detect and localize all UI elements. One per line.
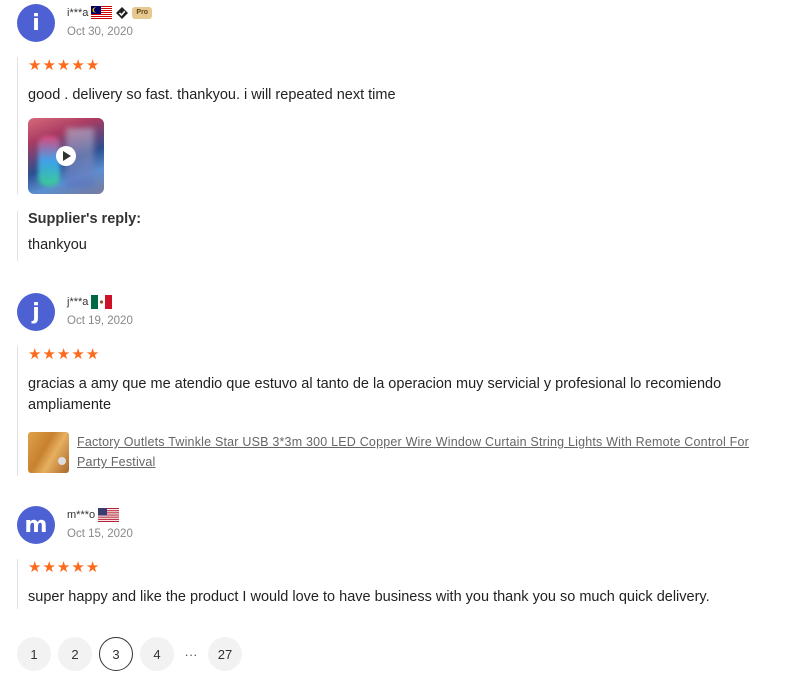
product-link[interactable]: Factory Outlets Twinkle Star USB 3*3m 30… (77, 432, 757, 472)
star-icon: ★ (28, 346, 42, 363)
star-icon: ★ (28, 57, 42, 74)
rating-stars: ★ ★ ★ ★ ★ (28, 347, 788, 363)
page-button-last[interactable]: 27 (208, 637, 242, 671)
review-date: Oct 30, 2020 (67, 26, 133, 38)
star-icon: ★ (42, 57, 56, 74)
verified-diamond-icon (116, 7, 129, 19)
supplier-reply-text: thankyou (28, 237, 87, 253)
supplier-reply-title: Supplier's reply: (28, 211, 142, 227)
review-text: gracias a amy que me atendio que estuvo … (28, 376, 722, 413)
page-button-1[interactable]: 1 (17, 637, 51, 671)
malaysia-flag-icon (91, 6, 113, 20)
usa-flag-icon (98, 508, 120, 522)
supplier-reply: Supplier's reply: thankyou (17, 211, 788, 261)
avatar[interactable]: m (17, 506, 55, 544)
product-thumbnail[interactable] (28, 432, 69, 473)
username: m***o (67, 509, 96, 521)
review-date: Oct 15, 2020 (67, 528, 133, 540)
star-icon: ★ (85, 346, 100, 363)
star-icon: ★ (42, 559, 56, 576)
star-icon: ★ (71, 346, 85, 363)
star-icon: ★ (71, 559, 85, 576)
review-text: good . delivery so fast. thankyou. i wil… (28, 87, 396, 103)
play-icon[interactable] (56, 146, 76, 166)
pagination-ellipsis: ··· (184, 646, 198, 662)
star-icon: ★ (85, 57, 100, 74)
avatar[interactable]: j (17, 293, 55, 331)
rating-stars: ★ ★ ★ ★ ★ (28, 58, 788, 74)
star-icon: ★ (28, 559, 42, 576)
pagination: 1 2 3 4 ··· 27 (17, 637, 242, 671)
username: j***a (67, 296, 89, 308)
page-button-4[interactable]: 4 (140, 637, 174, 671)
review-video-thumbnail[interactable] (28, 118, 104, 194)
mexico-flag-icon (91, 295, 113, 309)
rating-stars: ★ ★ ★ ★ ★ (28, 560, 788, 576)
product-link-row[interactable]: Factory Outlets Twinkle Star USB 3*3m 30… (28, 432, 788, 473)
review-date: Oct 19, 2020 (67, 315, 133, 327)
page-button-2[interactable]: 2 (58, 637, 92, 671)
page-button-3-current[interactable]: 3 (99, 637, 133, 671)
avatar[interactable]: i (17, 4, 55, 42)
star-icon: ★ (56, 346, 71, 363)
star-icon: ★ (56, 559, 71, 576)
username: i***a (67, 7, 89, 19)
star-icon: ★ (71, 57, 85, 74)
pro-badge: Pro (132, 7, 153, 19)
star-icon: ★ (85, 559, 100, 576)
star-icon: ★ (56, 57, 71, 74)
star-icon: ★ (42, 346, 56, 363)
review-text: super happy and like the product I would… (28, 589, 710, 605)
